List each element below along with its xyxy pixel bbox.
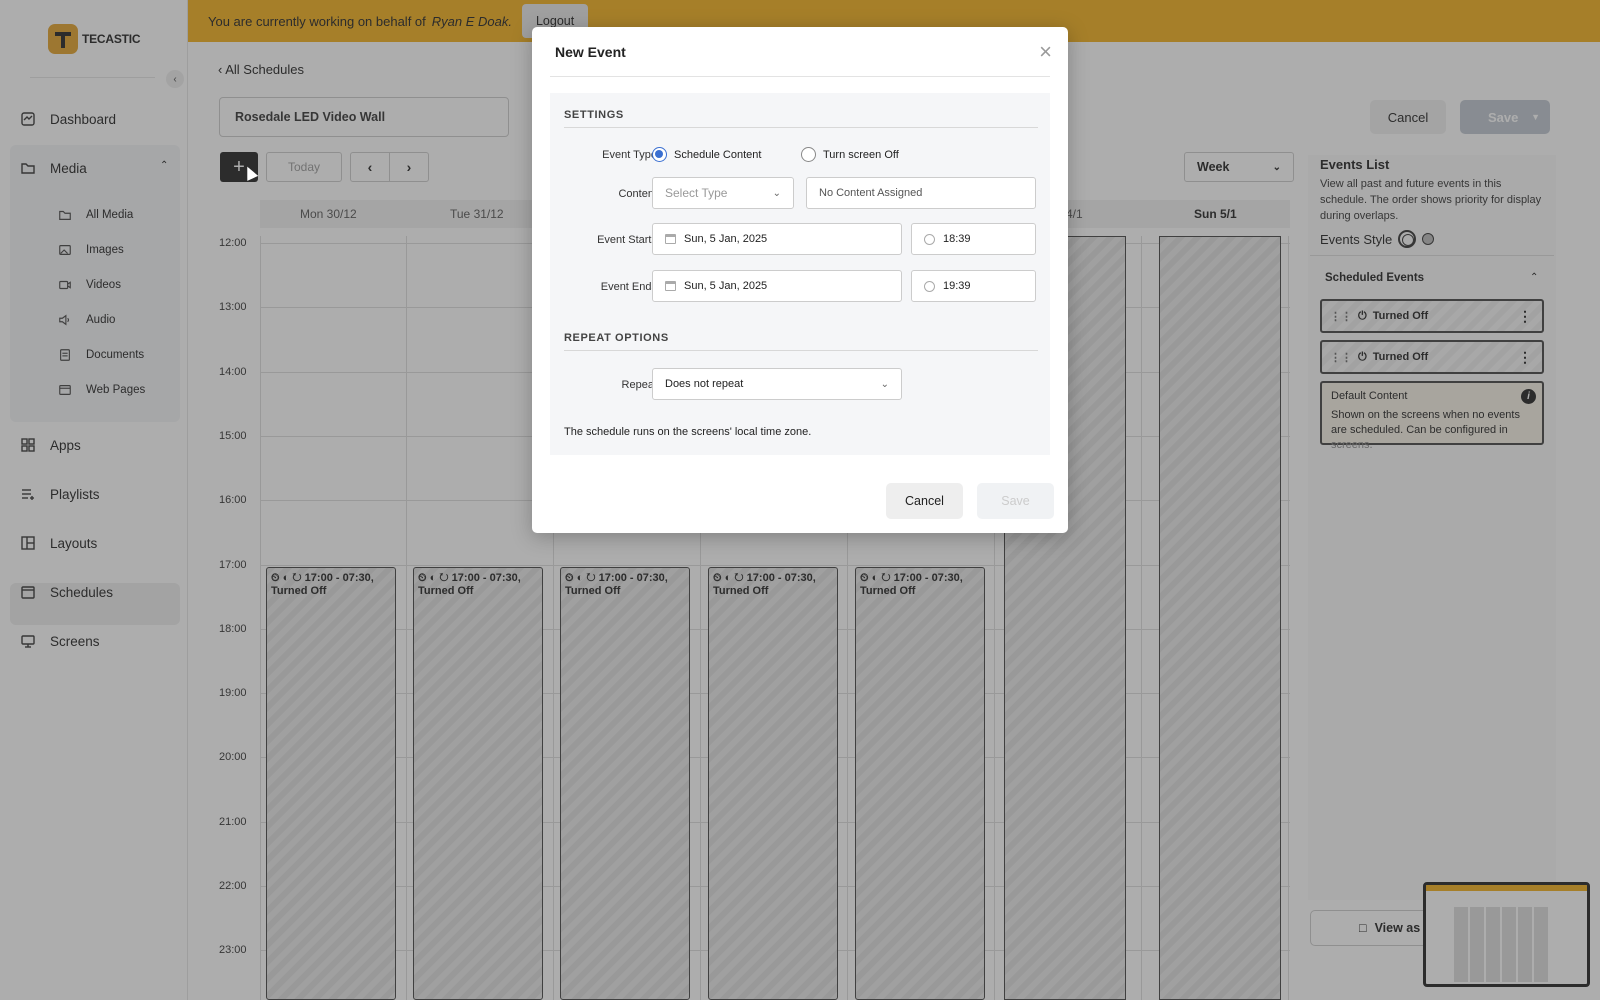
chevron-down-icon: ⌄ xyxy=(880,378,889,390)
timezone-note: The schedule runs on the screens' local … xyxy=(564,426,812,438)
divider xyxy=(550,76,1050,77)
content-label: Content xyxy=(618,188,657,200)
calendar-icon xyxy=(665,234,676,244)
dialog-save-button[interactable]: Save xyxy=(977,483,1054,519)
end-time-input[interactable]: 19:39 xyxy=(911,270,1036,302)
repeat-section-title: REPEAT OPTIONS xyxy=(564,332,669,344)
start-date-input[interactable]: Sun, 5 Jan, 2025 xyxy=(652,223,902,255)
start-time-value: 18:39 xyxy=(943,233,971,245)
divider xyxy=(564,127,1038,128)
event-starts-label: Event Starts xyxy=(597,234,657,246)
start-time-input[interactable]: 18:39 xyxy=(911,223,1036,255)
divider xyxy=(564,350,1038,351)
end-date-value: Sun, 5 Jan, 2025 xyxy=(684,280,768,292)
close-icon[interactable]: × xyxy=(1039,41,1052,63)
schedule-content-label[interactable]: Schedule Content xyxy=(674,149,761,161)
clock-icon xyxy=(924,233,935,245)
dialog-body: SETTINGS Event Type Schedule Content Tur… xyxy=(550,93,1050,455)
event-type-label: Event Type xyxy=(602,149,657,161)
content-type-select[interactable]: Select Type ⌄ xyxy=(652,177,794,209)
turn-off-radio[interactable] xyxy=(801,147,816,162)
repeat-label: Repeat xyxy=(621,379,657,391)
event-ends-label: Event Ends xyxy=(600,281,657,293)
select-type-placeholder: Select Type xyxy=(665,186,728,200)
end-date-input[interactable]: Sun, 5 Jan, 2025 xyxy=(652,270,902,302)
dialog-title: New Event xyxy=(555,44,626,60)
content-field[interactable]: No Content Assigned xyxy=(806,177,1036,209)
chevron-down-icon: ⌄ xyxy=(772,187,781,199)
turn-off-label[interactable]: Turn screen Off xyxy=(823,149,899,161)
repeat-value: Does not repeat xyxy=(665,378,744,390)
repeat-select[interactable]: Does not repeat ⌄ xyxy=(652,368,902,400)
clock-icon xyxy=(924,280,935,292)
calendar-icon xyxy=(665,281,676,291)
new-event-dialog: New Event × SETTINGS Event Type Schedule… xyxy=(532,27,1068,533)
settings-section-title: SETTINGS xyxy=(564,109,624,121)
end-time-value: 19:39 xyxy=(943,280,971,292)
dialog-cancel-button[interactable]: Cancel xyxy=(886,483,963,519)
schedule-content-radio[interactable] xyxy=(652,147,667,162)
start-date-value: Sun, 5 Jan, 2025 xyxy=(684,233,768,245)
